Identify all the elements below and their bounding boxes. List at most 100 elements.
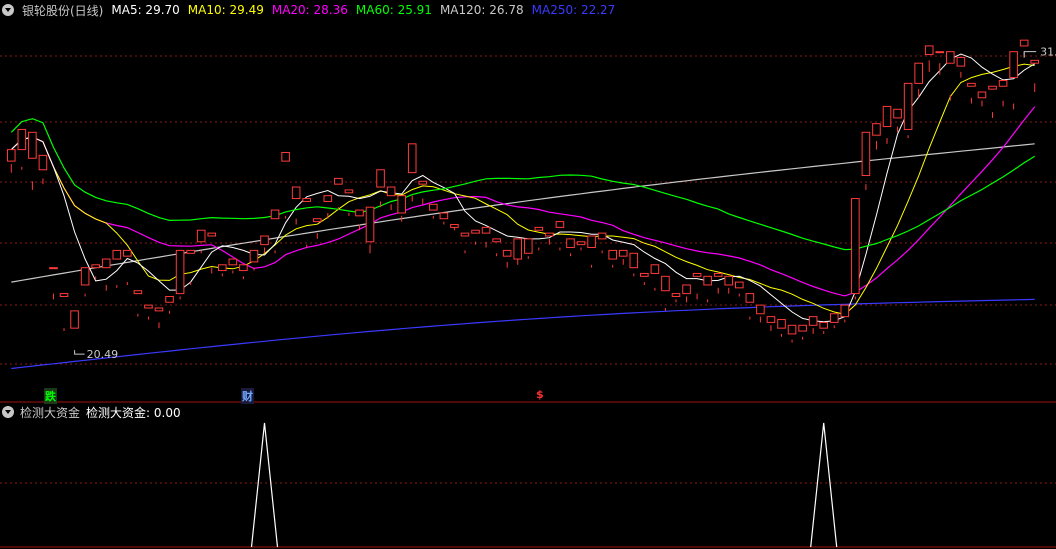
candle — [291, 186, 301, 225]
candle-body — [49, 267, 58, 270]
candle-body — [418, 180, 428, 185]
candle — [429, 203, 438, 219]
candle-body — [977, 91, 987, 99]
indicator-spike — [810, 422, 838, 548]
candle-body — [946, 51, 955, 64]
candle — [6, 149, 16, 173]
candles[interactable] — [6, 39, 1040, 354]
candle-body — [534, 226, 544, 231]
low-pointer — [74, 350, 85, 355]
candle-body — [903, 82, 913, 130]
candle-body — [281, 151, 290, 162]
candle-body — [777, 319, 786, 329]
candle-body — [228, 258, 238, 266]
low-price-label: 20.49 — [87, 348, 119, 361]
candle — [587, 235, 596, 268]
candle-body — [439, 212, 449, 220]
indicator-spike — [250, 422, 279, 548]
candle — [523, 238, 533, 260]
event-tag-drop[interactable]: 跌 — [44, 388, 57, 404]
candle-body — [386, 186, 396, 197]
main-header: 银轮股份(日线) MA5: 29.70 MA10: 29.49 MA20: 28… — [0, 2, 623, 18]
candle — [175, 249, 185, 300]
candle-body — [239, 264, 248, 272]
ma250-line — [11, 298, 1035, 370]
candle — [302, 198, 312, 248]
candle-body — [217, 264, 227, 272]
candle-body — [756, 304, 765, 315]
candle — [808, 316, 818, 334]
candle-body — [671, 293, 681, 297]
candle — [576, 241, 586, 251]
ma60-line — [10, 118, 1036, 251]
candle — [692, 272, 702, 300]
candle-body — [28, 131, 37, 159]
candle — [80, 267, 90, 297]
high-price-label: 31.00 — [1040, 46, 1056, 59]
candle — [365, 206, 375, 254]
candle — [956, 56, 966, 78]
candle — [829, 313, 839, 329]
candle — [713, 272, 723, 294]
candle — [703, 275, 712, 303]
candle-body — [133, 290, 143, 295]
candle-body — [798, 324, 807, 332]
candle-body — [618, 249, 628, 257]
candle-body — [629, 252, 639, 269]
candle — [407, 143, 417, 202]
candle — [777, 319, 786, 337]
candle — [671, 293, 681, 303]
candle-body — [935, 51, 945, 54]
candle — [355, 209, 364, 231]
candle-body — [365, 206, 375, 243]
candle — [217, 264, 227, 277]
candle-body — [597, 232, 607, 240]
candle-body — [608, 249, 617, 260]
chevron-down-icon[interactable] — [2, 4, 14, 16]
candle — [756, 304, 765, 323]
candle-body — [734, 281, 744, 289]
stock-title[interactable]: 银轮股份(日线) — [22, 2, 103, 19]
k-line-chart[interactable]: 31.00 20.49 — [0, 0, 1056, 549]
event-tag-finance[interactable]: 财 — [241, 388, 254, 404]
candle — [661, 275, 670, 311]
candle-body — [924, 45, 934, 56]
chevron-down-icon[interactable] — [2, 406, 14, 418]
candle-body — [101, 258, 111, 269]
candle-body — [165, 295, 174, 303]
candle — [640, 272, 649, 285]
candle-body — [829, 313, 839, 323]
candle-body — [840, 304, 850, 318]
candle — [566, 238, 575, 257]
candle-body — [766, 316, 776, 323]
moving-average-lines — [10, 53, 1036, 370]
candle-body — [175, 249, 185, 295]
candle-body — [260, 235, 269, 246]
candle — [144, 304, 153, 320]
candle-body — [344, 189, 354, 194]
candle — [766, 316, 776, 332]
candle — [260, 235, 269, 254]
candle — [481, 226, 491, 248]
candle-body — [355, 209, 364, 217]
candle-body — [893, 108, 902, 119]
candle-body — [123, 249, 132, 257]
candle — [123, 249, 132, 285]
indicator-value: 检测大资金: 0.00 — [86, 405, 181, 420]
indicator-header: 检测大资金 检测大资金: 0.00 — [0, 404, 187, 420]
candle — [49, 267, 58, 300]
candle-body — [460, 232, 470, 237]
candle — [650, 264, 660, 291]
candle — [724, 275, 734, 294]
candle — [597, 232, 607, 254]
indicator-panel[interactable] — [250, 422, 838, 548]
candle-body — [91, 264, 100, 269]
candle-body — [492, 238, 501, 243]
ma60-label: MA60: 25.91 — [355, 3, 432, 17]
candle — [281, 151, 290, 219]
indicator-name[interactable]: 检测大资金 — [20, 404, 80, 421]
candle-body — [640, 272, 649, 277]
candle — [239, 264, 248, 280]
candle-body — [861, 131, 871, 177]
event-tag-dollar[interactable]: $ — [535, 388, 545, 401]
